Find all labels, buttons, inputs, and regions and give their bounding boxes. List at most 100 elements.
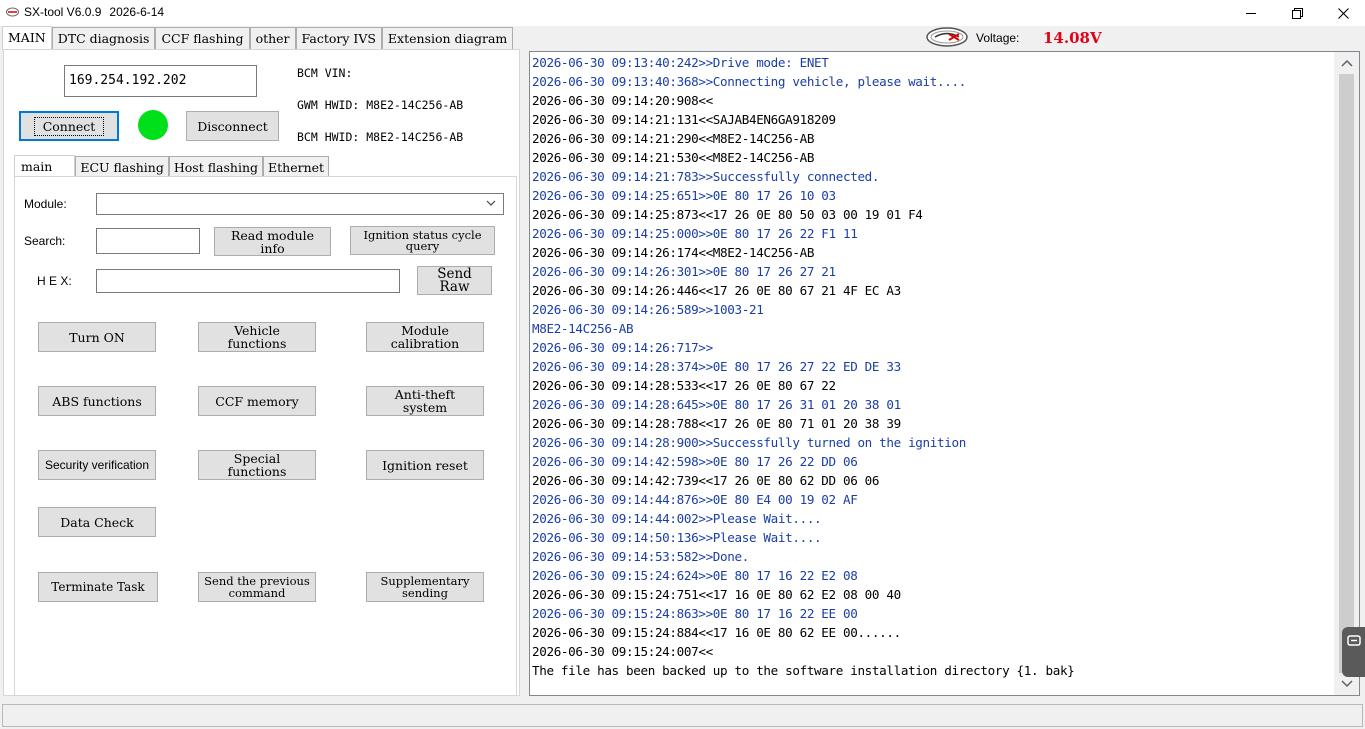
log-line: M8E2-14C256-AB [532, 321, 634, 336]
ignition-status-query-label: Ignition status cycle query [363, 227, 482, 253]
ignition-reset-button[interactable]: Ignition reset [366, 450, 484, 480]
hex-label: H E X: [37, 274, 72, 288]
chevron-up-icon [1340, 59, 1353, 67]
send-previous-command-button[interactable]: Send the previous command [198, 572, 316, 602]
send-raw-button[interactable]: Send Raw [417, 266, 492, 295]
ccf-memory-button[interactable]: CCF memory [198, 386, 316, 416]
voltage-value: 14.08V [1043, 29, 1102, 47]
supplementary-sending-label: Supplementary sending [380, 574, 470, 600]
disconnect-button-label: Disconnect [197, 118, 268, 134]
abs-functions-label: ABS functions [52, 393, 142, 409]
tab-factory-ivs[interactable]: Factory IVS [295, 27, 382, 50]
special-functions-label: Special functions [227, 451, 287, 479]
send-previous-command-label: Send the previous command [204, 574, 310, 600]
subtab-host-flashing[interactable]: Host flashing [168, 156, 264, 177]
log-line: 2026-06-30 09:14:50:136>>Please Wait.... [532, 530, 822, 545]
log-line: 2026-06-30 09:14:26:301>>0E 80 17 26 27 … [532, 264, 836, 279]
chat-icon [1347, 635, 1361, 646]
tab-ccf-flashing[interactable]: CCF flashing [155, 27, 250, 50]
log-lines: 2026-06-30 09:13:40:242>>Drive mode: ENE… [532, 53, 1333, 680]
terminate-task-button[interactable]: Terminate Task [38, 572, 158, 602]
connect-button[interactable]: Connect [19, 111, 119, 141]
gwm-hwid-label: GWM HWID: M8E2-14C256-AB [297, 98, 464, 112]
terminate-task-label: Terminate Task [51, 579, 145, 594]
log-line: 2026-06-30 09:14:21:131<<SAJAB4EN6GA9182… [532, 112, 836, 127]
ip-address-input[interactable]: 169.254.192.202 [64, 65, 257, 97]
module-select[interactable] [96, 193, 504, 215]
scroll-thumb[interactable] [1339, 74, 1354, 673]
tab-extension-diagram[interactable]: Extension diagram [381, 27, 514, 50]
turn-on-button[interactable]: Turn ON [38, 322, 156, 352]
title-bar: SX-tool V6.0.9 2026-6-14 [0, 0, 1365, 26]
window-title-app: SX-tool V6.0.9 [24, 5, 102, 19]
log-line: 2026-06-30 09:15:24:751<<17 16 0E 80 62 … [532, 587, 901, 602]
log-line: 2026-06-30 09:15:24:007<< [532, 644, 713, 659]
log-line: 2026-06-30 09:14:21:783>>Successfully co… [532, 169, 880, 184]
minimize-icon [1245, 12, 1256, 14]
read-module-info-button[interactable]: Read module info [214, 227, 331, 256]
abs-functions-button[interactable]: ABS functions [38, 386, 156, 416]
log-output[interactable]: 2026-06-30 09:13:40:242>>Drive mode: ENE… [529, 51, 1360, 696]
log-line: 2026-06-30 09:14:42:598>>0E 80 17 26 22 … [532, 454, 858, 469]
data-check-button[interactable]: Data Check [38, 507, 156, 537]
restore-button[interactable] [1274, 0, 1320, 26]
log-line: 2026-06-30 09:14:53:582>>Done. [532, 549, 749, 564]
disconnect-button[interactable]: Disconnect [186, 111, 279, 141]
search-input[interactable] [96, 228, 200, 254]
vehicle-functions-label: Vehicle functions [227, 323, 287, 351]
close-button[interactable] [1320, 0, 1365, 26]
status-bar [2, 704, 1363, 727]
sub-tab-strip: main ECU flashing Host flashing Ethernet [14, 155, 330, 177]
module-calibration-button[interactable]: Module calibration [366, 322, 484, 352]
log-line: 2026-06-30 09:14:44:876>>0E 80 E4 00 19 … [532, 492, 858, 507]
send-raw-label: Send Raw [437, 265, 472, 295]
log-scrollbar[interactable] [1334, 52, 1359, 695]
anti-theft-system-button[interactable]: Anti-theft system [366, 386, 484, 416]
subtab-ecu-flashing[interactable]: ECU flashing [75, 156, 169, 177]
subtab-main[interactable]: main [14, 155, 76, 177]
log-line: 2026-06-30 09:14:44:002>>Please Wait.... [532, 511, 822, 526]
app-logo-icon [6, 7, 19, 17]
sx-logo-icon [926, 27, 968, 47]
log-line: 2026-06-30 09:14:20:908<< [532, 93, 713, 108]
tab-main[interactable]: MAIN [2, 26, 52, 50]
log-line: 2026-06-30 09:14:25:000>>0E 80 17 26 22 … [532, 226, 858, 241]
log-line: 2026-06-30 09:14:28:645>>0E 80 17 26 31 … [532, 397, 901, 412]
log-line: 2026-06-30 09:14:25:873<<17 26 0E 80 50 … [532, 207, 923, 222]
log-line: 2026-06-30 09:15:24:863>>0E 80 17 16 22 … [532, 606, 858, 621]
connect-button-label: Connect [33, 116, 105, 136]
log-line: 2026-06-30 09:15:24:884<<17 16 0E 80 62 … [532, 625, 901, 640]
turn-on-label: Turn ON [69, 329, 125, 345]
supplementary-sending-button[interactable]: Supplementary sending [366, 572, 484, 602]
tab-other[interactable]: other [249, 27, 296, 50]
log-line: 2026-06-30 09:14:28:374>>0E 80 17 26 27 … [532, 359, 901, 374]
security-verification-button[interactable]: Security verification [38, 450, 156, 480]
log-line: 2026-06-30 09:14:26:717>> [532, 340, 713, 355]
hex-input[interactable] [96, 269, 400, 293]
log-line: 2026-06-30 09:14:21:530<<M8E2-14C256-AB [532, 150, 815, 165]
tab-dtc-diagnosis[interactable]: DTC diagnosis [51, 27, 156, 50]
chevron-down-icon [486, 200, 496, 206]
subtab-ethernet[interactable]: Ethernet [263, 156, 330, 177]
search-label: Search: [24, 234, 66, 248]
minimize-button[interactable] [1228, 0, 1274, 26]
log-line: 2026-06-30 09:14:28:788<<17 26 0E 80 71 … [532, 416, 901, 431]
ignition-reset-label: Ignition reset [382, 457, 468, 473]
connection-status-indicator [138, 110, 168, 140]
bcm-vin-label: BCM VIN: [297, 66, 353, 80]
log-line: 2026-06-30 09:14:26:589>>1003-21 [532, 302, 764, 317]
log-line: 2026-06-30 09:14:28:533<<17 26 0E 80 67 … [532, 378, 836, 393]
special-functions-button[interactable]: Special functions [198, 450, 316, 480]
log-line: 2026-06-30 09:13:40:242>>Drive mode: ENE… [532, 55, 829, 70]
scroll-up-button[interactable] [1334, 52, 1359, 74]
remote-assist-handle[interactable] [1342, 627, 1365, 677]
module-calibration-label: Module calibration [390, 323, 460, 351]
data-check-label: Data Check [60, 514, 134, 530]
log-line: 2026-06-30 09:15:24:624>>0E 80 17 16 22 … [532, 568, 858, 583]
bcm-hwid-label: BCM HWID: M8E2-14C256-AB [297, 130, 464, 144]
log-line: 2026-06-30 09:14:25:651>>0E 80 17 26 10 … [532, 188, 836, 203]
log-line: 2026-06-30 09:14:26:446<<17 26 0E 80 67 … [532, 283, 901, 298]
vehicle-functions-button[interactable]: Vehicle functions [198, 322, 316, 352]
ignition-status-query-button[interactable]: Ignition status cycle query [350, 226, 495, 255]
main-tab-strip: MAIN DTC diagnosis CCF flashing other Fa… [2, 26, 514, 50]
